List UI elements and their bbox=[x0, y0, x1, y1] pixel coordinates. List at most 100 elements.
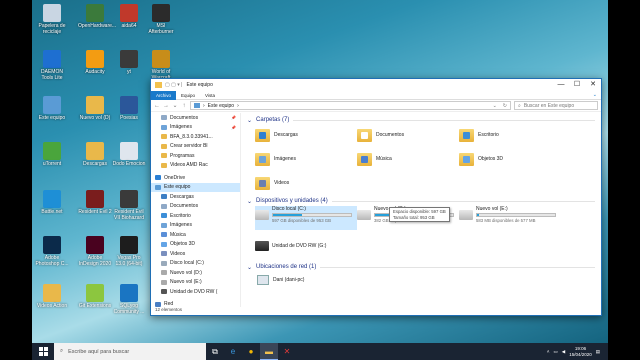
network-icon[interactable]: ▭ bbox=[553, 349, 557, 355]
sidebar-item[interactable]: Unidad de DVD RW ( bbox=[151, 287, 240, 297]
search-box[interactable]: ⌕ Buscar en Este equipo bbox=[514, 101, 598, 110]
drive-item[interactable]: Nuevo vol (E:) 583 MB disponibles de 577 … bbox=[459, 206, 561, 230]
desktop-icon-label: Este equipo bbox=[38, 115, 66, 121]
desktop-icon[interactable]: Vegas Pro 13.0 (64-bit) bbox=[112, 236, 146, 267]
sidebar-item[interactable]: Música bbox=[151, 230, 240, 240]
recent-dropdown-icon[interactable]: ⌄ bbox=[172, 102, 178, 109]
notifications-icon[interactable]: ▤ bbox=[596, 349, 600, 355]
aida64-taskbar-taskbar-button[interactable]: ✕ bbox=[278, 343, 296, 360]
desktop-icon[interactable]: Battle.net bbox=[35, 190, 69, 215]
sidebar-item[interactable]: Red bbox=[151, 300, 240, 307]
address-dropdown-icon[interactable]: ⌄ bbox=[493, 103, 497, 109]
sidebar-item-label: Imágenes bbox=[170, 124, 192, 131]
desktop-icon[interactable]: yt bbox=[112, 50, 146, 75]
desktop-icon[interactable]: Adobe Photoshop C... bbox=[35, 236, 69, 267]
address-bar[interactable]: › Este equipo › ⌄ ↻ bbox=[190, 101, 511, 110]
desktop-icon[interactable]: Este equipo bbox=[35, 96, 69, 121]
desktop-icon[interactable]: Adobe InDesign 2020 bbox=[78, 236, 112, 267]
close-button[interactable]: ✕ bbox=[585, 79, 601, 91]
desktop-icon[interactable]: aida64 bbox=[112, 4, 146, 29]
documents-folder-icon bbox=[357, 128, 372, 142]
up-arrow-icon[interactable]: ↑ bbox=[181, 103, 187, 109]
desktop-icon-label: MSI Afterburner bbox=[148, 23, 174, 35]
sidebar-item[interactable]: Imágenes bbox=[151, 221, 240, 231]
sidebar-item[interactable]: Videos bbox=[151, 249, 240, 259]
folder-item[interactable]: Documentos bbox=[357, 125, 459, 145]
pin-icon: 📌 bbox=[231, 115, 236, 121]
vegas-pro-icon bbox=[120, 236, 138, 254]
sidebar-item[interactable]: Videos AMD Rac bbox=[151, 161, 240, 171]
sidebar-item[interactable]: Objetos 3D bbox=[151, 240, 240, 250]
sidebar-item-icon bbox=[161, 203, 167, 209]
clock[interactable]: 19:06 15/04/2020 bbox=[569, 346, 592, 358]
ribbon-expand-icon[interactable]: ⌄ bbox=[593, 92, 597, 98]
desktop-icon[interactable]: Videos Action bbox=[35, 284, 69, 309]
desktop-icon[interactable]: Git Extensions bbox=[78, 284, 112, 309]
quick-access-toolbar[interactable]: ▢ ▢ ▾ | bbox=[165, 82, 182, 88]
folder-item[interactable]: Música bbox=[357, 149, 459, 169]
sidebar-item[interactable]: Nuevo vol (D:) bbox=[151, 268, 240, 278]
minimize-button[interactable]: — bbox=[553, 79, 569, 91]
title-bar[interactable]: ▢ ▢ ▾ | Este equipo — ☐ ✕ bbox=[151, 79, 601, 91]
drive-item[interactable]: Disco local (C:) 597 GB disponibles de 95… bbox=[255, 206, 357, 230]
folder-item[interactable]: Objetos 3D bbox=[459, 149, 561, 169]
desktop-icon[interactable]: MSI Afterburner bbox=[144, 4, 178, 35]
edge-icon: e bbox=[230, 347, 236, 356]
sidebar-item[interactable]: Nuevo vol (E:) bbox=[151, 278, 240, 288]
folder-item[interactable]: Videos bbox=[255, 173, 357, 193]
volume-icon[interactable]: ◀ bbox=[562, 349, 565, 355]
sidebar-item-icon bbox=[161, 213, 167, 219]
sidebar-item[interactable]: BFA_8.3.0.33941... bbox=[151, 132, 240, 142]
desktop-icon[interactable]: World of Warcraft bbox=[144, 50, 178, 81]
hard-drive-icon bbox=[357, 210, 371, 220]
sidebar-item[interactable]: Escritorio bbox=[151, 211, 240, 221]
folder-item[interactable]: Imágenes bbox=[255, 149, 357, 169]
edge-taskbar-button[interactable]: e bbox=[224, 343, 242, 360]
tray-overflow-icon[interactable]: ˄ bbox=[547, 349, 550, 354]
desktop-icon[interactable]: OpenHardware... bbox=[78, 4, 116, 29]
maximize-button[interactable]: ☐ bbox=[569, 79, 585, 91]
file-explorer-taskbar-button[interactable]: ▬ bbox=[260, 343, 278, 360]
taskbar-search-box[interactable]: ⌕ Escribe aquí para buscar bbox=[54, 343, 206, 360]
explorer-app-icon bbox=[155, 82, 162, 88]
desktop-icon[interactable]: uTorrent bbox=[35, 142, 69, 167]
folders-section-header[interactable]: ⌄ Carpetas (7) bbox=[243, 115, 601, 125]
tab-vista[interactable]: Vista bbox=[200, 91, 220, 100]
tab-archivo[interactable]: Archivo bbox=[151, 90, 177, 100]
tab-equipo[interactable]: Equipo bbox=[176, 91, 200, 100]
desktop-icon[interactable]: DAEMON Tools Lite bbox=[35, 50, 69, 81]
desktop-icon[interactable]: Nuevo vol (D) bbox=[78, 96, 112, 121]
desktop-icon[interactable]: Audacity bbox=[78, 50, 112, 75]
folder-item[interactable]: Descargas bbox=[255, 125, 357, 145]
network-location-item[interactable]: Dani (dani-pc) bbox=[243, 272, 601, 288]
desktop-icon[interactable]: Resident Evil 2 bbox=[78, 190, 112, 215]
chevron-down-icon: ⌄ bbox=[247, 198, 253, 205]
sidebar-item[interactable]: Disco local (C:) bbox=[151, 259, 240, 269]
drive-item[interactable]: Unidad de DVD RW (G:) bbox=[255, 234, 357, 258]
desktop-icon[interactable]: Poesias bbox=[112, 96, 146, 121]
desktop-icon[interactable]: Resident Evil VII Biohazard bbox=[112, 190, 146, 221]
sidebar-item[interactable]: Documentos bbox=[151, 202, 240, 212]
sidebar-item[interactable]: Este equipo bbox=[151, 182, 240, 192]
desktop-icon[interactable]: Papelera de reciclaje bbox=[35, 4, 69, 35]
start-button[interactable] bbox=[32, 343, 54, 360]
sidebar-item[interactable]: Descargas bbox=[151, 192, 240, 202]
desktop-icon[interactable]: Dodo Emocion bbox=[112, 142, 146, 167]
folder-item[interactable]: Escritorio bbox=[459, 125, 561, 145]
windows-logo-icon bbox=[38, 347, 48, 356]
back-arrow-icon[interactable]: ← bbox=[154, 103, 160, 109]
forward-arrow-icon[interactable]: → bbox=[163, 103, 169, 109]
desktop-icon-label: yt bbox=[127, 69, 131, 75]
refresh-icon[interactable]: ↻ bbox=[503, 103, 507, 109]
drives-section-header[interactable]: ⌄ Dispositivos y unidades (4) bbox=[243, 196, 601, 206]
network-section-header[interactable]: ⌄ Ubicaciones de red (1) bbox=[243, 262, 601, 272]
task-view-taskbar-button[interactable]: ⧉ bbox=[206, 343, 224, 360]
sidebar-item[interactable]: Crear servidor Bl bbox=[151, 142, 240, 152]
sidebar-item[interactable]: OneDrive bbox=[151, 173, 240, 183]
chrome-taskbar-button[interactable]: ● bbox=[242, 343, 260, 360]
sidebar-item[interactable]: Imágenes 📌 bbox=[151, 123, 240, 133]
sidebar-item[interactable]: Documentos 📌 bbox=[151, 113, 240, 123]
desktop-icon[interactable]: SQLyog Community ... bbox=[112, 284, 146, 315]
desktop-icon[interactable]: Descargas bbox=[78, 142, 112, 167]
sidebar-item[interactable]: Programas bbox=[151, 151, 240, 161]
